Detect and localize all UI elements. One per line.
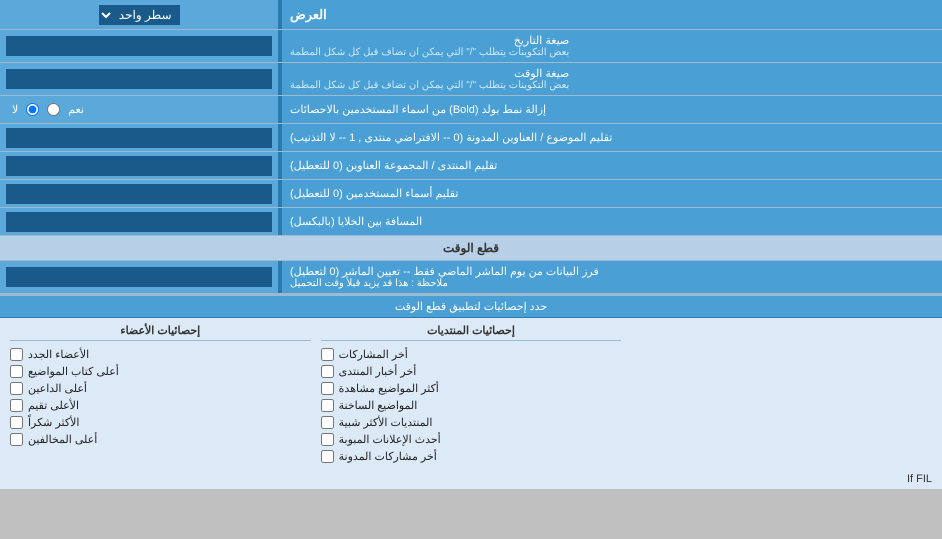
topic-order-label: تقليم الموضوع / العناوين المدونة (0 -- ا… bbox=[280, 124, 942, 151]
time-format-input[interactable]: H:i bbox=[6, 69, 272, 89]
cb-top-posters[interactable] bbox=[10, 365, 23, 378]
bold-remove-label: إزالة نمط بولد (Bold) من اسماء المستخدمي… bbox=[280, 96, 942, 123]
time-section-label: فرز البيانات من يوم الماشر الماضي فقط --… bbox=[280, 261, 942, 293]
cb-ads[interactable] bbox=[321, 433, 334, 446]
cb-new-members[interactable] bbox=[10, 348, 23, 361]
list-item: الأكثر شكراً bbox=[10, 416, 311, 429]
forum-col-header: إحصائيات المنتديات bbox=[321, 324, 622, 341]
list-item: المنتديات الأكثر شبية bbox=[321, 416, 622, 429]
time-cutoff-input[interactable]: 0 bbox=[6, 267, 272, 287]
cb-top-violators[interactable] bbox=[10, 433, 23, 446]
display-dropdown[interactable]: سطر واحد bbox=[99, 5, 180, 25]
cell-spacing-label: المسافة بين الخلايا (بالبكسل) bbox=[280, 208, 942, 235]
forum-order-label: تقليم المنتدى / المجموعة العناوين (0 للت… bbox=[280, 152, 942, 179]
list-item: أعلى كتاب المواضيع bbox=[10, 365, 311, 378]
date-format-input[interactable]: d-m bbox=[6, 36, 272, 56]
list-item: أعلى المخالفين bbox=[10, 433, 311, 446]
list-item: الأعضاء الجدد bbox=[10, 348, 311, 361]
cb-top-forums[interactable] bbox=[321, 416, 334, 429]
time-section-header: قطع الوقت bbox=[0, 236, 942, 261]
list-item: المواضيع الساخنة bbox=[321, 399, 622, 412]
cb-hot-topics[interactable] bbox=[321, 399, 334, 412]
radio-no-label: لا bbox=[12, 103, 18, 116]
cb-most-thanks[interactable] bbox=[10, 416, 23, 429]
member-stats-column: إحصائيات الأعضاء الأعضاء الجدد أعلى كتاب… bbox=[10, 324, 311, 463]
list-item: أخر أخبار المنتدى bbox=[321, 365, 622, 378]
radio-yes[interactable] bbox=[47, 103, 60, 116]
cb-most-viewed[interactable] bbox=[321, 382, 334, 395]
checkboxes-header: حدد إحصائيات لتطبيق قطع الوقت bbox=[0, 296, 942, 318]
forum-order-input[interactable]: 33 bbox=[6, 156, 272, 176]
cb-top-rated[interactable] bbox=[10, 399, 23, 412]
cb-last-posts[interactable] bbox=[321, 348, 334, 361]
list-item: أكثر المواضيع مشاهدة bbox=[321, 382, 622, 395]
username-trim-label: تقليم أسماء المستخدمين (0 للتعطيل) bbox=[280, 180, 942, 207]
cb-last-news[interactable] bbox=[321, 365, 334, 378]
forum-stats-column: إحصائيات المنتديات أخر المشاركات أخر أخب… bbox=[321, 324, 622, 463]
topic-order-input[interactable]: 33 bbox=[6, 128, 272, 148]
member-col-header: إحصائيات الأعضاء bbox=[10, 324, 311, 341]
username-trim-input[interactable]: 0 bbox=[6, 184, 272, 204]
cb-top-inviters[interactable] bbox=[10, 382, 23, 395]
list-item: أخر المشاركات bbox=[321, 348, 622, 361]
list-item: الأعلى تقيم bbox=[10, 399, 311, 412]
page-title: العرض bbox=[280, 0, 942, 29]
cell-spacing-input[interactable]: 2 bbox=[6, 212, 272, 232]
radio-yes-label: نعم bbox=[68, 103, 84, 116]
list-item: أحدث الإعلانات المبوبة bbox=[321, 433, 622, 446]
time-format-label: صيغة الوقت بعض التكوينات يتطلب "/" التي … bbox=[280, 63, 942, 95]
list-item: أخر مشاركات المدونة bbox=[321, 450, 622, 463]
date-format-label: صيغة التاريخ بعض التكوينات يتطلب "/" الت… bbox=[280, 30, 942, 62]
radio-no[interactable] bbox=[26, 103, 39, 116]
cb-blog-posts[interactable] bbox=[321, 450, 334, 463]
footer-text: If FIL bbox=[0, 469, 942, 489]
list-item: أعلى الداعين bbox=[10, 382, 311, 395]
